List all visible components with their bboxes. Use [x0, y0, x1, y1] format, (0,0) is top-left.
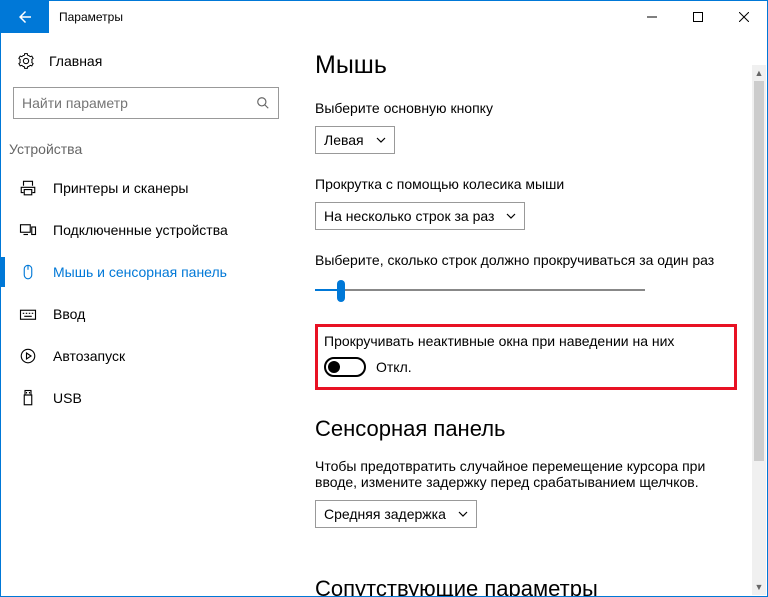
sidebar-group-header: Устройства: [7, 135, 285, 167]
close-button[interactable]: [721, 1, 767, 33]
back-button[interactable]: [1, 1, 49, 33]
sidebar-item-label: USB: [53, 390, 82, 406]
scroll-wheel-label: Прокрутка с помощью колесика мыши: [315, 176, 737, 192]
home-label: Главная: [49, 53, 102, 69]
sidebar-item-typing[interactable]: Ввод: [7, 293, 285, 335]
touchpad-description: Чтобы предотвратить случайное перемещени…: [315, 458, 735, 490]
scroll-wheel-select[interactable]: На несколько строк за раз: [315, 202, 525, 230]
scroll-up-arrow[interactable]: ▲: [752, 65, 766, 81]
sidebar-item-label: Ввод: [53, 306, 85, 322]
maximize-button[interactable]: [675, 1, 721, 33]
toggle-knob: [328, 361, 340, 373]
primary-button-label: Выберите основную кнопку: [315, 100, 737, 116]
gear-icon: [17, 53, 35, 69]
autoplay-icon: [17, 347, 39, 365]
sidebar: Главная Устройства Принтеры и сканеры По…: [1, 33, 291, 596]
sidebar-item-label: Автозапуск: [53, 348, 125, 364]
minimize-button[interactable]: [629, 1, 675, 33]
chevron-down-icon: [506, 211, 516, 221]
home-link[interactable]: Главная: [7, 43, 285, 79]
arrow-left-icon: [16, 8, 34, 26]
sidebar-item-label: Мышь и сенсорная панель: [53, 264, 227, 280]
usb-icon: [17, 389, 39, 407]
mouse-icon: [17, 263, 39, 281]
content: Главная Устройства Принтеры и сканеры По…: [1, 33, 767, 596]
page-heading: Мышь: [315, 51, 737, 80]
sidebar-item-mouse[interactable]: Мышь и сенсорная панель: [7, 251, 285, 293]
search-icon: [256, 96, 270, 110]
select-value: На несколько строк за раз: [324, 208, 494, 224]
slider-thumb[interactable]: [337, 280, 345, 302]
related-heading: Сопутствующие параметры: [315, 576, 737, 596]
select-value: Средняя задержка: [324, 506, 446, 522]
main-panel: Мышь Выберите основную кнопку Левая Прок…: [291, 33, 767, 596]
keyboard-icon: [17, 305, 39, 323]
toggle-state-label: Откл.: [376, 359, 412, 375]
scroll-thumb[interactable]: [754, 81, 764, 461]
scrollbar[interactable]: ▲ ▼: [752, 65, 766, 595]
touchpad-delay-select[interactable]: Средняя задержка: [315, 500, 477, 528]
window-controls: [629, 1, 767, 33]
sidebar-item-connected[interactable]: Подключенные устройства: [7, 209, 285, 251]
chevron-down-icon: [376, 135, 386, 145]
chevron-down-icon: [458, 509, 468, 519]
titlebar: Параметры: [1, 1, 767, 33]
lines-label: Выберите, сколько строк должно прокручив…: [315, 252, 737, 268]
search-field[interactable]: [22, 95, 256, 111]
scroll-down-arrow[interactable]: ▼: [752, 579, 766, 595]
sidebar-item-label: Подключенные устройства: [53, 222, 228, 238]
devices-icon: [17, 221, 39, 239]
printer-icon: [17, 179, 39, 197]
sidebar-item-usb[interactable]: USB: [7, 377, 285, 419]
inactive-scroll-toggle[interactable]: [324, 357, 366, 377]
highlight-annotation: Прокручивать неактивные окна при наведен…: [315, 324, 737, 390]
sidebar-item-label: Принтеры и сканеры: [53, 180, 188, 196]
slider-track: [315, 289, 645, 291]
lines-slider[interactable]: [315, 278, 645, 302]
select-value: Левая: [324, 132, 364, 148]
touchpad-heading: Сенсорная панель: [315, 416, 737, 442]
inactive-scroll-label: Прокручивать неактивные окна при наведен…: [324, 333, 724, 349]
sidebar-item-printers[interactable]: Принтеры и сканеры: [7, 167, 285, 209]
sidebar-item-autoplay[interactable]: Автозапуск: [7, 335, 285, 377]
search-input[interactable]: [13, 87, 279, 119]
primary-button-select[interactable]: Левая: [315, 126, 395, 154]
window-title: Параметры: [49, 1, 629, 33]
